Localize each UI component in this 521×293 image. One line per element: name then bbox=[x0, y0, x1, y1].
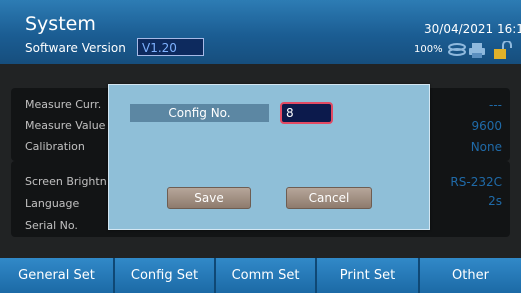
config-no-label: Config No. bbox=[130, 104, 269, 122]
signal-icon bbox=[448, 43, 466, 56]
software-version-field: V1.20 bbox=[137, 38, 204, 56]
battery-level: 100% bbox=[414, 44, 443, 55]
tab-print-set[interactable]: Print Set bbox=[317, 258, 420, 293]
header-bar: System Software Version V1.20 30/04/2021… bbox=[0, 0, 521, 64]
unlock-icon bbox=[494, 41, 512, 59]
save-button[interactable]: Save bbox=[167, 187, 251, 209]
tab-config-set[interactable]: Config Set bbox=[115, 258, 216, 293]
tab-general-set[interactable]: General Set bbox=[0, 258, 115, 293]
tab-other[interactable]: Other bbox=[420, 258, 521, 293]
status-icons bbox=[448, 41, 512, 59]
cancel-button[interactable]: Cancel bbox=[286, 187, 372, 209]
software-version-label: Software Version bbox=[25, 41, 126, 55]
datetime: 30/04/2021 16:10 bbox=[424, 22, 521, 36]
config-no-input[interactable]: 8 bbox=[280, 102, 333, 124]
device-screen: System Software Version V1.20 30/04/2021… bbox=[0, 0, 521, 293]
config-dialog: Config No. 8 Save Cancel bbox=[108, 84, 430, 230]
print-icon bbox=[469, 43, 485, 58]
tab-comm-set[interactable]: Comm Set bbox=[216, 258, 317, 293]
page-title: System bbox=[25, 13, 96, 35]
